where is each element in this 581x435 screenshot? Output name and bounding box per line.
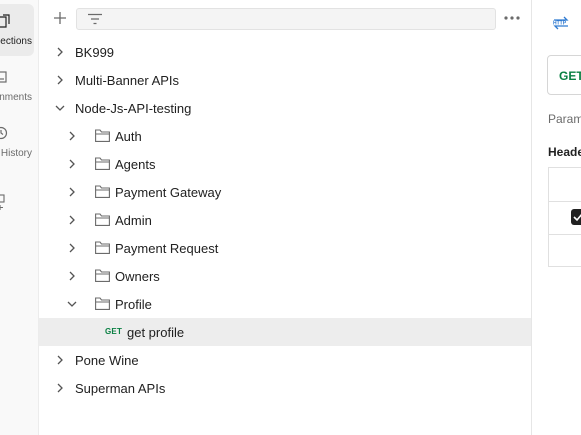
new-collection-button[interactable]: [51, 9, 69, 27]
headers-table: [548, 167, 581, 267]
collection-row[interactable]: Superman APIs: [39, 374, 531, 402]
chevron-right-icon: [69, 131, 75, 141]
chevron-down-icon: [67, 301, 77, 307]
collection-label: BK999: [75, 45, 115, 60]
folder-row[interactable]: Auth: [39, 122, 531, 150]
folder-icon: [95, 297, 110, 310]
chevron-right-icon: [57, 75, 63, 85]
folder-row[interactable]: Owners: [39, 262, 531, 290]
table-divider: [549, 201, 581, 202]
add-workspace-icon[interactable]: [0, 194, 10, 210]
history-icon: [0, 126, 8, 140]
collection-label: Multi-Banner APIs: [75, 73, 180, 88]
collection-tree: BK999 Multi-Banner APIs Node-Js-API-test…: [39, 38, 531, 402]
folder-label: Admin: [115, 213, 152, 228]
request-editor-panel: HTTP GET Param Heade: [532, 0, 581, 435]
collection-row[interactable]: Pone Wine: [39, 346, 531, 374]
chevron-right-icon: [69, 271, 75, 281]
sidebar-toolbar: [39, 0, 532, 38]
folder-row[interactable]: Admin: [39, 206, 531, 234]
rail-label: Environments: [0, 92, 32, 103]
header-checkbox[interactable]: [571, 209, 581, 225]
rail-item-environments[interactable]: Environments: [0, 60, 34, 112]
folder-icon: [95, 241, 110, 254]
request-row[interactable]: GET get profile: [39, 318, 531, 346]
environments-icon: [0, 71, 7, 83]
folder-label: Auth: [115, 129, 142, 144]
rail-label: History: [0, 148, 32, 159]
method-url-bar[interactable]: GET: [547, 55, 581, 95]
folder-label: Owners: [115, 269, 160, 284]
http-request-icon: HTTP: [553, 16, 569, 30]
rail-item-collections[interactable]: Collections: [0, 4, 34, 56]
chevron-right-icon: [69, 243, 75, 253]
rail-label: Collections: [0, 36, 32, 47]
chevron-right-icon: [57, 355, 63, 365]
filter-icon: [88, 13, 102, 25]
chevron-down-icon: [55, 105, 65, 111]
folder-label: Payment Gateway: [115, 185, 222, 200]
more-options-button[interactable]: [503, 9, 521, 27]
filter-input[interactable]: [113, 9, 483, 29]
folder-label: Payment Request: [115, 241, 219, 256]
chevron-right-icon: [69, 215, 75, 225]
filter-search-box[interactable]: [76, 8, 496, 30]
chevron-right-icon: [69, 187, 75, 197]
svg-text:HTTP: HTTP: [553, 21, 567, 27]
folder-row[interactable]: Payment Request: [39, 234, 531, 262]
chevron-right-icon: [57, 47, 63, 57]
folder-icon: [95, 129, 110, 142]
left-rail: Collections Environments History: [0, 0, 39, 435]
folder-icon: [95, 269, 110, 282]
folder-row[interactable]: Payment Gateway: [39, 178, 531, 206]
folder-icon: [95, 157, 110, 170]
collection-label: Superman APIs: [75, 381, 166, 396]
collection-row[interactable]: Multi-Banner APIs: [39, 66, 531, 94]
folder-label: Profile: [115, 297, 152, 312]
collection-row[interactable]: Node-Js-API-testing: [39, 94, 531, 122]
folder-label: Agents: [115, 157, 156, 172]
rail-item-history[interactable]: History: [0, 116, 34, 168]
chevron-right-icon: [69, 159, 75, 169]
folder-icon: [95, 213, 110, 226]
collections-icon: [0, 14, 10, 28]
collection-row[interactable]: BK999: [39, 38, 531, 66]
collections-sidebar: BK999 Multi-Banner APIs Node-Js-API-test…: [39, 0, 532, 435]
table-divider: [549, 234, 581, 235]
collection-label: Node-Js-API-testing: [75, 101, 192, 116]
folder-row[interactable]: Agents: [39, 150, 531, 178]
method-selector[interactable]: GET: [559, 69, 581, 83]
tab-params[interactable]: Param: [548, 112, 581, 126]
collection-label: Pone Wine: [75, 353, 139, 368]
plus-icon: [54, 12, 66, 24]
more-horizontal-icon: [504, 16, 520, 20]
checkmark-icon: [573, 213, 581, 222]
folder-row[interactable]: Profile: [39, 290, 531, 318]
folder-icon: [95, 185, 110, 198]
request-label: get profile: [127, 325, 185, 340]
chevron-right-icon: [57, 383, 63, 393]
request-method-badge: GET: [105, 327, 123, 336]
tab-headers[interactable]: Heade: [548, 145, 581, 159]
